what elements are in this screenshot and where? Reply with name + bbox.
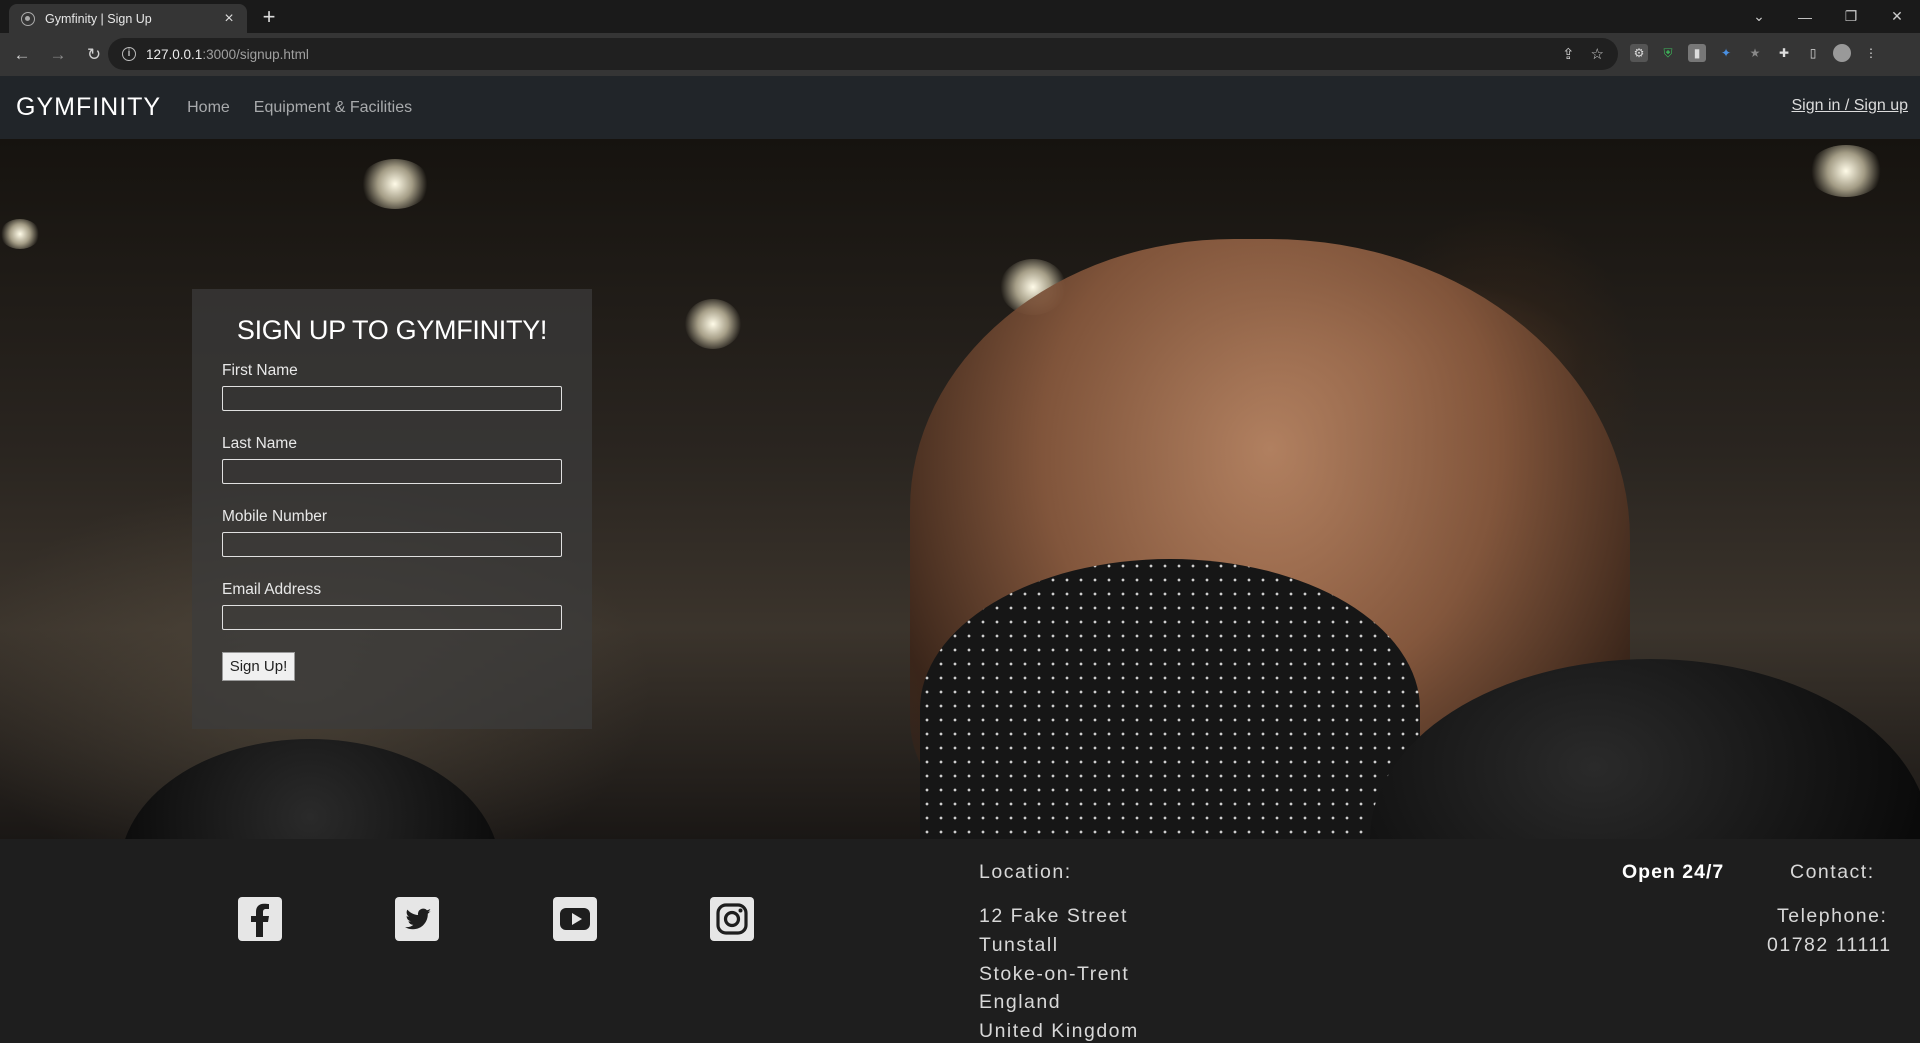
- browser-tab[interactable]: Gymfinity | Sign Up ×: [9, 4, 247, 33]
- instagram-icon[interactable]: [710, 897, 754, 941]
- extension-icon[interactable]: ⚙: [1630, 44, 1648, 62]
- site-navbar: GYMFINITY Home Equipment & Facilities Si…: [0, 76, 1920, 139]
- address-line: Tunstall: [979, 934, 1059, 956]
- youtube-icon[interactable]: [553, 897, 597, 941]
- extension-icon[interactable]: ✦: [1717, 44, 1735, 62]
- athlete-sports-top: [920, 559, 1420, 839]
- shield-extension-icon[interactable]: ⛨: [1659, 44, 1677, 62]
- tab-search-icon[interactable]: ⌄: [1736, 8, 1782, 25]
- browser-tab-bar: Gymfinity | Sign Up × + ⌄ — ❐ ✕: [0, 0, 1920, 33]
- share-icon[interactable]: ⇪: [1562, 45, 1575, 63]
- restore-button[interactable]: ❐: [1828, 8, 1874, 25]
- email-address-label: Email Address: [222, 581, 322, 598]
- ceiling-light: [685, 299, 741, 349]
- menu-icon[interactable]: ⋮: [1862, 44, 1880, 62]
- globe-icon: [21, 11, 35, 26]
- signup-form: SIGN UP TO GYMFINITY! First Name Last Na…: [192, 289, 592, 729]
- telephone-label: Telephone:: [1777, 905, 1888, 927]
- brand-logo[interactable]: GYMFINITY: [16, 93, 161, 122]
- last-name-input[interactable]: [222, 459, 562, 484]
- address-line: Stoke-on-Trent: [979, 963, 1130, 985]
- forward-button[interactable]: →: [44, 45, 72, 65]
- puzzle-icon[interactable]: ✚: [1775, 44, 1793, 62]
- signin-link[interactable]: Sign in / Sign up: [1791, 97, 1908, 115]
- first-name-label: First Name: [222, 362, 298, 379]
- reload-button[interactable]: ↻: [80, 45, 108, 65]
- side-panel-icon[interactable]: ▯: [1804, 44, 1822, 62]
- nav-link-equipment[interactable]: Equipment & Facilities: [254, 99, 412, 117]
- location-heading: Location:: [979, 861, 1072, 883]
- url-host: 127.0.0.1: [146, 46, 203, 62]
- extensions-area: ⚙ ⛨ ▮ ✦ ★ ✚ ▯ ⋮: [1630, 44, 1880, 62]
- site-info-icon[interactable]: i: [122, 47, 136, 61]
- opening-hours: Open 24/7: [1622, 861, 1725, 883]
- address-line: 12 Fake Street: [979, 905, 1128, 927]
- avatar[interactable]: [1833, 44, 1851, 62]
- address-line: England: [979, 991, 1062, 1013]
- email-address-input[interactable]: [222, 605, 562, 630]
- close-tab-icon[interactable]: ×: [221, 10, 237, 28]
- star-extension-icon[interactable]: ★: [1746, 44, 1764, 62]
- close-window-button[interactable]: ✕: [1874, 8, 1920, 25]
- minimize-button[interactable]: —: [1782, 9, 1828, 25]
- address-bar[interactable]: i 127.0.0.1:3000/signup.html ⇪ ☆: [108, 38, 1618, 70]
- telephone-number: 01782 11111: [1767, 934, 1892, 956]
- facebook-icon[interactable]: [238, 897, 282, 941]
- signup-title: SIGN UP TO GYMFINITY!: [236, 315, 548, 345]
- window-controls: ⌄ — ❐ ✕: [1736, 0, 1920, 33]
- ceiling-light: [1808, 145, 1884, 197]
- weight-plate: [120, 739, 500, 839]
- hero-image: SIGN UP TO GYMFINITY! First Name Last Na…: [0, 139, 1920, 839]
- mobile-number-input[interactable]: [222, 532, 562, 557]
- contact-heading: Contact:: [1790, 861, 1875, 883]
- first-name-input[interactable]: [222, 386, 562, 411]
- footer: Location: 12 Fake Street Tunstall Stoke-…: [0, 839, 1920, 1042]
- ceiling-light: [360, 159, 430, 209]
- back-button[interactable]: ←: [8, 45, 36, 65]
- twitter-icon[interactable]: [395, 897, 439, 941]
- extension-icon[interactable]: ▮: [1688, 44, 1706, 62]
- tab-title: Gymfinity | Sign Up: [45, 11, 152, 26]
- url-path: :3000/signup.html: [202, 46, 309, 62]
- signup-button[interactable]: Sign Up!: [222, 652, 295, 681]
- bookmark-star-icon[interactable]: ☆: [1591, 45, 1604, 63]
- new-tab-button[interactable]: +: [257, 4, 281, 30]
- last-name-label: Last Name: [222, 435, 297, 452]
- mobile-number-label: Mobile Number: [222, 508, 328, 525]
- ceiling-light: [0, 219, 40, 249]
- nav-link-home[interactable]: Home: [187, 99, 230, 117]
